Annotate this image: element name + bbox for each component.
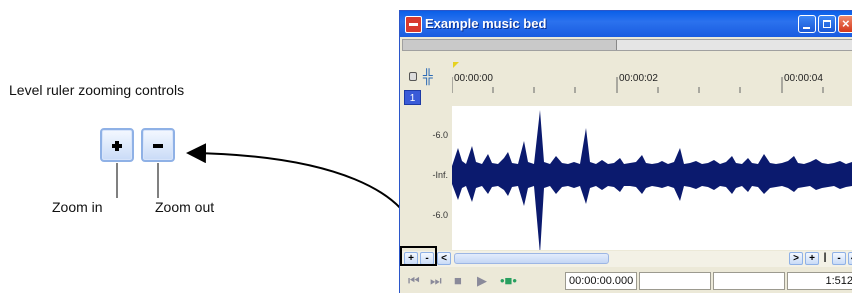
pointer-arrow xyxy=(186,143,420,247)
lock-icon[interactable] xyxy=(409,72,417,81)
level-ruler[interactable]: -6.0 -Inf. -6.0 xyxy=(400,106,452,250)
level-label: -6.0 xyxy=(432,210,448,220)
waveform-display[interactable] xyxy=(452,106,852,250)
waveform-graphic xyxy=(452,110,852,250)
transport-bar: ⏮ ⏭ ■ ▶ •■• 00:00:00.000 1:512 xyxy=(400,268,852,293)
zoom-slider-icon[interactable]: ◆ xyxy=(848,252,852,265)
zoom-out-button-enlarged[interactable] xyxy=(141,128,175,162)
marker-flag-icon[interactable] xyxy=(453,62,459,68)
ruler-tick-label: 00:00:02 xyxy=(619,73,658,84)
zoom-in-label: Zoom in xyxy=(52,199,103,215)
horizontal-scrollbar[interactable]: + - < > + | - ◆ xyxy=(400,251,852,267)
ruler-tick-label: 00:00:00 xyxy=(454,73,493,84)
scroll-thumb[interactable] xyxy=(454,253,609,264)
time-zoom-out-button[interactable]: - xyxy=(832,252,846,265)
cursor-time-field[interactable]: 00:00:00.000 xyxy=(565,272,637,290)
zoom-separator: | xyxy=(823,252,827,263)
time-ruler[interactable]: ╬ 00:00:00 00:00:02 00:00:04 xyxy=(400,53,852,93)
time-zoom-in-button[interactable]: + xyxy=(805,252,819,265)
overview-bar[interactable] xyxy=(402,39,852,51)
loop-icon[interactable]: •■• xyxy=(500,274,517,288)
window-title: Example music bed xyxy=(425,16,547,31)
audio-editor-window: Example music bed × ╬ 00:00:00 00:00:02 … xyxy=(399,10,852,293)
annotation-title: Level ruler zooming controls xyxy=(9,82,185,98)
zoom-in-button-enlarged[interactable] xyxy=(100,128,134,162)
minimize-button[interactable] xyxy=(798,15,816,33)
app-icon xyxy=(405,16,422,33)
scroll-left-button[interactable]: < xyxy=(437,252,451,265)
go-to-end-icon[interactable]: ⏭ xyxy=(430,274,442,288)
zoom-controls-highlight xyxy=(400,246,437,266)
close-icon: × xyxy=(842,16,850,31)
level-label: -6.0 xyxy=(432,130,448,140)
close-button[interactable]: × xyxy=(838,15,852,33)
selection-length-field[interactable] xyxy=(713,272,785,290)
ruler-tick-label: 00:00:04 xyxy=(784,73,823,84)
zoom-out-label: Zoom out xyxy=(155,199,215,215)
zoom-ratio-field: 1:512 xyxy=(787,272,852,290)
level-label: -Inf. xyxy=(432,170,448,180)
selection-start-field[interactable] xyxy=(639,272,711,290)
scroll-right-button[interactable]: > xyxy=(789,252,803,265)
waveform-envelope xyxy=(452,110,852,250)
go-to-start-icon[interactable]: ⏮ xyxy=(408,274,420,288)
maximize-button[interactable] xyxy=(818,15,836,33)
overview-thumb[interactable] xyxy=(403,40,617,50)
screenshot-stage: Level ruler zooming controls Zoom in Zoo… xyxy=(0,0,852,293)
window-titlebar[interactable]: Example music bed × xyxy=(400,11,852,37)
play-icon[interactable]: ▶ xyxy=(477,274,487,288)
track-number-badge[interactable]: 1 xyxy=(404,90,421,105)
snap-icon[interactable]: ╬ xyxy=(423,68,433,84)
stop-icon[interactable]: ■ xyxy=(454,274,462,288)
